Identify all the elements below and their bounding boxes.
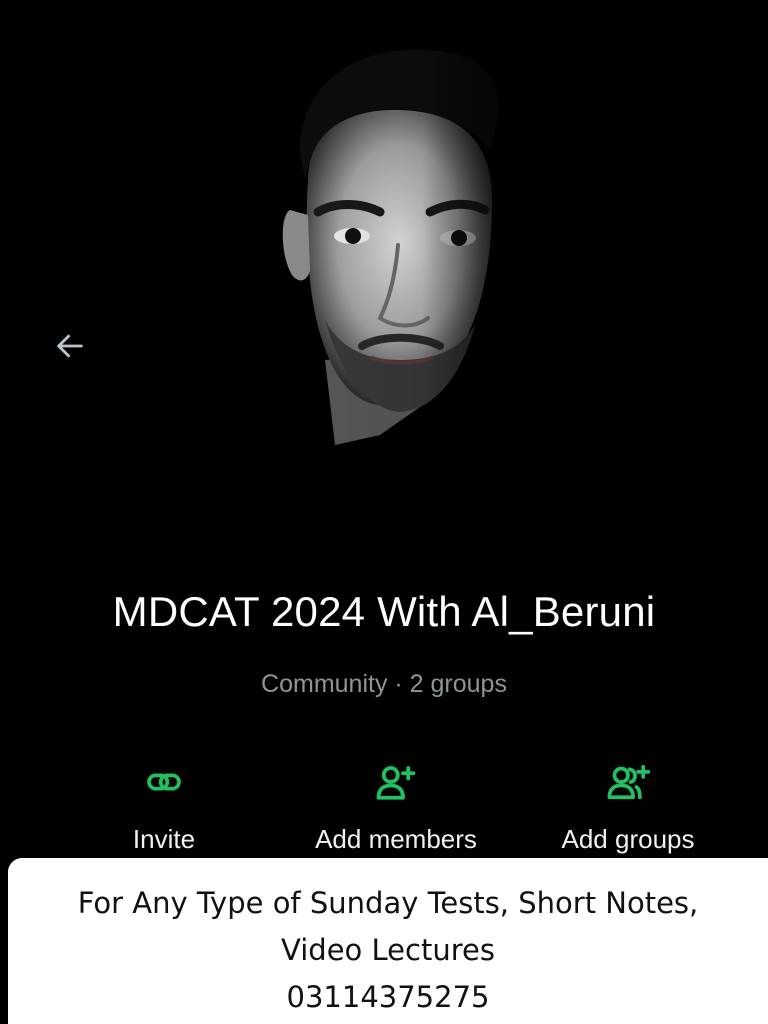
- banner-line-1: For Any Type of Sunday Tests, Short Note…: [77, 886, 699, 920]
- invite-label: Invite: [132, 824, 196, 854]
- group-add-icon: [606, 760, 650, 804]
- invite-button[interactable]: Invite: [54, 760, 274, 860]
- community-info-screen: MDCAT 2024 With Al_Beruni Community · 2 …: [0, 0, 768, 1024]
- add-members-button[interactable]: Add members: [286, 760, 506, 860]
- back-button[interactable]: [46, 322, 94, 370]
- community-meta: Community · 2 groups: [261, 670, 507, 698]
- community-name: MDCAT 2024 With Al_Beruni: [112, 588, 656, 635]
- arrow-left-icon: [57, 334, 83, 358]
- add-groups-button[interactable]: Add groups: [518, 760, 738, 860]
- promo-banner: For Any Type of Sunday Tests, Short Note…: [8, 858, 768, 1024]
- person-add-icon: [374, 760, 418, 804]
- community-profile-photo[interactable]: [230, 30, 550, 460]
- add-groups-label: Add groups: [561, 824, 695, 854]
- banner-line-2: Video Lectures: [281, 933, 495, 967]
- link-icon: [142, 760, 186, 804]
- add-members-label: Add members: [315, 824, 477, 854]
- banner-phone-number: 03114375275: [286, 980, 490, 1014]
